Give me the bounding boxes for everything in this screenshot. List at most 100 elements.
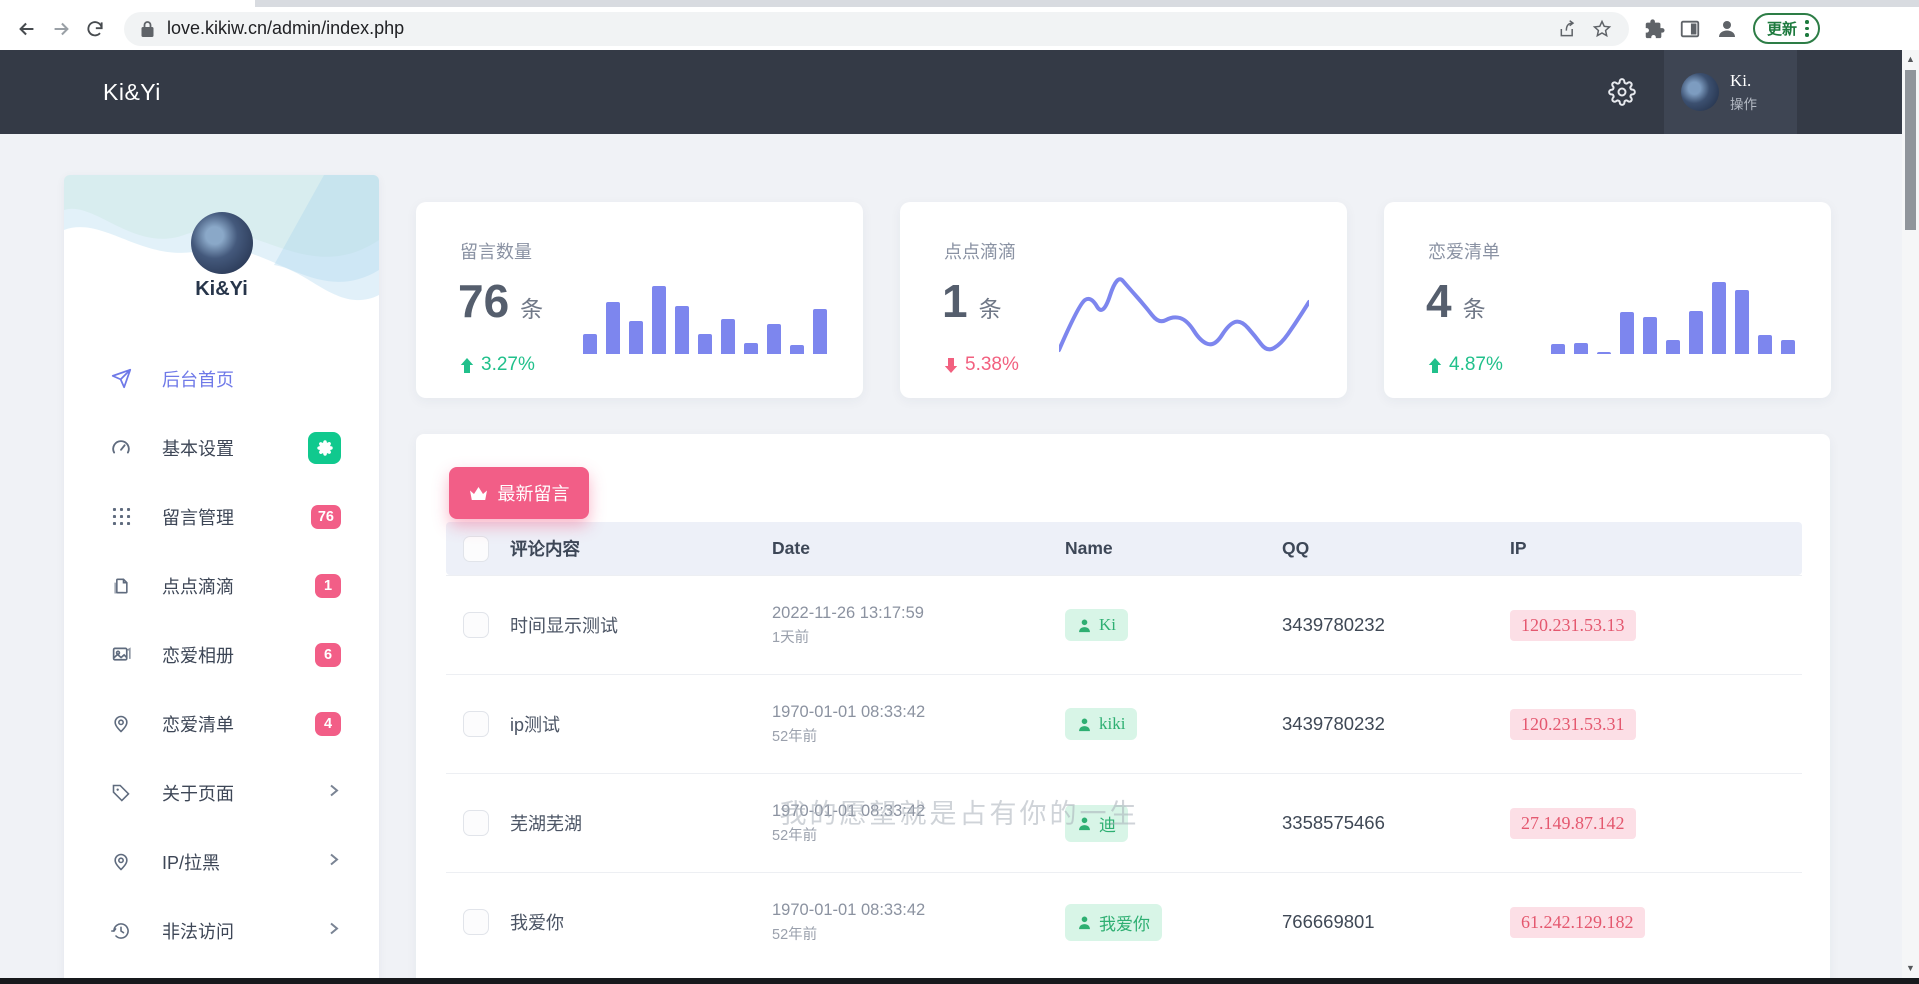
sidebar-item-label: 恋爱清单 bbox=[162, 711, 234, 737]
stat-unit: 条 bbox=[979, 290, 1002, 324]
stat-unit: 条 bbox=[1463, 290, 1486, 324]
column-header-qq: QQ bbox=[1282, 538, 1510, 559]
extensions-icon[interactable] bbox=[1643, 18, 1665, 40]
person-icon bbox=[1077, 618, 1092, 633]
refresh-button[interactable] bbox=[78, 12, 112, 46]
share-button[interactable] bbox=[1551, 12, 1585, 46]
cell-content: ip测试 bbox=[510, 711, 772, 737]
sidebar-item-ip-blacklist[interactable]: IP/拉黑 bbox=[64, 827, 379, 896]
cell-qq: 3358575466 bbox=[1282, 812, 1510, 834]
cell-content: 芜湖芜湖 bbox=[510, 810, 772, 836]
stat-card-messages: 留言数量 76 条 3.27% bbox=[416, 202, 863, 398]
scroll-down-icon[interactable]: ▼ bbox=[1902, 959, 1919, 976]
address-bar[interactable]: love.kikiw.cn/admin/index.php bbox=[124, 12, 1629, 46]
name-pill: Ki bbox=[1065, 609, 1128, 641]
table-row: ip测试 1970-01-01 08:33:42 52年前 kiki 34397… bbox=[446, 674, 1802, 773]
sidebar-item-label: IP/拉黑 bbox=[162, 849, 220, 875]
table-row: 我爱你 1970-01-01 08:33:42 52年前 我爱你 7666698… bbox=[446, 872, 1802, 971]
arrow-up-icon bbox=[1428, 358, 1442, 373]
user-role: 操作 bbox=[1730, 93, 1757, 113]
lock-icon bbox=[140, 20, 155, 38]
cell-qq: 3439780232 bbox=[1282, 614, 1510, 636]
table-header-row: 评论内容 Date Name QQ IP bbox=[446, 522, 1802, 575]
menu-dots-icon[interactable] bbox=[1805, 20, 1809, 37]
cell-date: 1970-01-01 08:33:42 bbox=[772, 703, 1065, 722]
app-navbar: Ki&Yi Ki. 操作 bbox=[0, 50, 1919, 134]
refresh-icon bbox=[85, 19, 105, 39]
ip-pill: 120.231.53.31 bbox=[1510, 709, 1636, 740]
cell-date: 1970-01-01 08:33:42 bbox=[772, 802, 1065, 821]
back-button[interactable] bbox=[10, 12, 44, 46]
crown-icon bbox=[469, 485, 488, 502]
column-header-content: 评论内容 bbox=[510, 536, 772, 561]
row-checkbox[interactable] bbox=[463, 909, 489, 935]
user-name: Ki. bbox=[1730, 71, 1757, 91]
chrome-update-button[interactable]: 更新 bbox=[1753, 13, 1820, 44]
line-sparkline bbox=[1059, 262, 1309, 362]
stat-card-moments: 点点滴滴 1 条 5.38% bbox=[900, 202, 1347, 398]
sidebar-item-album[interactable]: 恋爱相册 6 bbox=[64, 620, 379, 689]
sidebar-item-label: 点点滴滴 bbox=[162, 573, 234, 599]
side-panel-icon[interactable] bbox=[1679, 18, 1701, 40]
name-pill: kiki bbox=[1065, 708, 1137, 740]
photos-icon bbox=[110, 644, 132, 666]
cell-date: 2022-11-26 13:17:59 bbox=[772, 604, 1065, 623]
bar-sparkline bbox=[574, 282, 827, 354]
row-checkbox[interactable] bbox=[463, 711, 489, 737]
person-icon bbox=[1077, 816, 1092, 831]
star-icon bbox=[1592, 19, 1612, 39]
stat-trend: 5.38% bbox=[965, 354, 1019, 376]
update-label: 更新 bbox=[1767, 18, 1797, 39]
pin-icon bbox=[110, 851, 132, 873]
stat-trend: 4.87% bbox=[1449, 354, 1503, 376]
chevron-right-icon bbox=[327, 783, 341, 802]
brand-title: Ki&Yi bbox=[103, 50, 161, 134]
column-header-name: Name bbox=[1065, 538, 1282, 559]
scroll-up-icon[interactable]: ▲ bbox=[1902, 50, 1919, 67]
grid-dots-icon bbox=[110, 506, 132, 528]
bar-sparkline bbox=[1542, 282, 1795, 354]
checklist-count-badge: 4 bbox=[315, 712, 341, 736]
bookmark-button[interactable] bbox=[1585, 12, 1619, 46]
sidebar-item-label: 关于页面 bbox=[162, 780, 234, 806]
sidebar-item-messages[interactable]: 留言管理 76 bbox=[64, 482, 379, 551]
settings-button[interactable] bbox=[1608, 50, 1636, 134]
latest-messages-button[interactable]: 最新留言 bbox=[449, 467, 589, 519]
sidebar-item-settings[interactable]: 基本设置 bbox=[64, 413, 379, 482]
arrow-up-icon bbox=[460, 358, 474, 373]
back-icon bbox=[16, 18, 38, 40]
row-checkbox[interactable] bbox=[463, 612, 489, 638]
stat-value: 76 bbox=[458, 274, 509, 328]
sidebar-item-moments[interactable]: 点点滴滴 1 bbox=[64, 551, 379, 620]
cell-date-ago: 1天前 bbox=[772, 626, 1065, 647]
ip-pill: 120.231.53.13 bbox=[1510, 610, 1636, 641]
cell-date-ago: 52年前 bbox=[772, 725, 1065, 746]
scrollbar-thumb[interactable] bbox=[1905, 70, 1916, 230]
share-icon bbox=[1558, 19, 1578, 39]
cell-qq: 766669801 bbox=[1282, 911, 1510, 933]
browser-toolbar: love.kikiw.cn/admin/index.php 更新 bbox=[0, 7, 1919, 50]
sidebar-item-about[interactable]: 关于页面 bbox=[64, 758, 379, 827]
sidebar-item-illegal-access[interactable]: 非法访问 bbox=[64, 896, 379, 965]
sidebar-profile-name: Ki&Yi bbox=[64, 278, 379, 301]
stat-trend: 3.27% bbox=[481, 354, 535, 376]
stat-unit: 条 bbox=[520, 290, 543, 324]
page-scrollbar[interactable]: ▲ ▼ bbox=[1902, 50, 1919, 984]
forward-icon bbox=[50, 18, 72, 40]
sidebar-item-checklist[interactable]: 恋爱清单 4 bbox=[64, 689, 379, 758]
pages-icon bbox=[110, 575, 132, 597]
profile-icon[interactable] bbox=[1715, 17, 1739, 41]
stat-title: 留言数量 bbox=[460, 238, 532, 264]
forward-button[interactable] bbox=[44, 12, 78, 46]
column-header-date: Date bbox=[772, 538, 1065, 559]
row-checkbox[interactable] bbox=[463, 810, 489, 836]
user-menu[interactable]: Ki. 操作 bbox=[1664, 50, 1797, 134]
table-row: 时间显示测试 2022-11-26 13:17:59 1天前 Ki 343978… bbox=[446, 575, 1802, 674]
select-all-checkbox[interactable] bbox=[463, 536, 489, 562]
gear-icon bbox=[317, 440, 333, 456]
person-icon bbox=[1077, 717, 1092, 732]
sidebar-item-dashboard[interactable]: 后台首页 bbox=[64, 344, 379, 413]
ip-pill: 27.149.87.142 bbox=[1510, 808, 1636, 839]
settings-badge[interactable] bbox=[308, 432, 341, 464]
album-count-badge: 6 bbox=[315, 643, 341, 667]
